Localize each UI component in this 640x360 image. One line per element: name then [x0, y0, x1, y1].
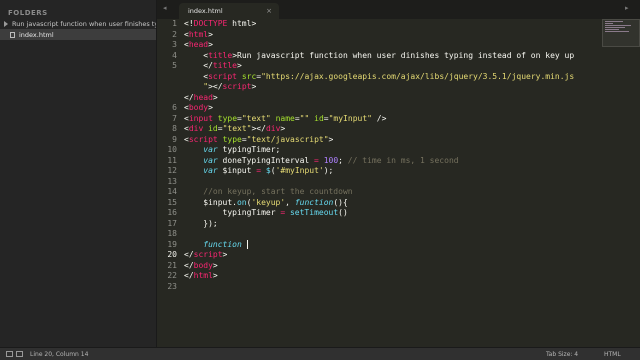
line-number: 19	[167, 239, 177, 249]
code-line: var $input = $('#myInput');	[203, 166, 334, 175]
line-number: 11	[167, 155, 177, 165]
line-number-gutter: 1 2 3 4 5 6 7 8 9 10 11 12 13 14 15 16 1…	[157, 19, 177, 347]
line-number: 22	[167, 271, 177, 280]
line-number-active: 20	[167, 250, 177, 259]
tab-index-html[interactable]: index.html ×	[179, 3, 279, 19]
code-line: $input.on('keyup', function(){	[184, 197, 348, 207]
code-area[interactable]: <!DOCTYPE html> <html> <head> <title>Run…	[184, 19, 604, 282]
code-line: <script src="https://ajax.googleapis.com…	[184, 71, 575, 81]
line-number: 12	[167, 166, 177, 175]
line-number: 8	[172, 124, 177, 133]
line-number: 1	[172, 19, 177, 28]
line-number: 17	[167, 218, 177, 228]
line-number: 2	[172, 29, 177, 39]
tab-bar: ◂ index.html × ▸	[157, 0, 640, 19]
text-cursor	[246, 239, 248, 249]
line-number	[157, 93, 177, 104]
status-bar: Line 20, Column 14 Tab Size: 4 HTML	[0, 347, 640, 360]
line-number: 23	[167, 281, 177, 291]
code-line: var typingTimer;	[203, 145, 281, 154]
sidebar: FOLDERS Run javascript function when use…	[0, 0, 157, 347]
tab-size-selector[interactable]: Tab Size: 4	[546, 351, 578, 358]
code-line: //on keyup, start the countdown	[203, 187, 353, 196]
minimap-line	[605, 23, 613, 24]
sidebar-folder[interactable]: Run javascript function when user finish…	[4, 19, 156, 29]
line-number: 15	[167, 197, 177, 207]
line-number: 13	[167, 176, 177, 186]
tab-prev-icon[interactable]: ◂	[163, 4, 167, 12]
cursor-position: Line 20, Column 14	[30, 351, 89, 358]
line-number: 10	[167, 145, 177, 154]
sidebar-file-label: index.html	[19, 30, 54, 39]
minimap-line	[605, 31, 629, 32]
line-number: 6	[172, 103, 177, 112]
line-number: 21	[167, 260, 177, 270]
code-line: <input type="text" name="" id="myInput" …	[184, 113, 387, 123]
line-number: 4	[172, 50, 177, 60]
sidebar-folder-label: Run javascript function when user finish…	[12, 20, 156, 28]
code-line: var doneTypingInterval = 100; // time in…	[203, 155, 459, 165]
code-line: typingTimer = setTimeout()	[184, 208, 348, 217]
file-icon	[10, 31, 15, 38]
line-number: 14	[167, 187, 177, 196]
minimap[interactable]	[602, 19, 640, 47]
tab-label: index.html	[188, 7, 223, 15]
console-icon[interactable]	[16, 351, 23, 357]
line-number: 5	[172, 61, 177, 70]
folders-header: FOLDERS	[8, 9, 48, 17]
code-line: <div id="text"></div>	[184, 124, 286, 133]
line-number: 7	[172, 113, 177, 123]
code-line: <!DOCTYPE html>	[184, 19, 257, 28]
syntax-selector[interactable]: HTML	[604, 351, 621, 358]
code-line: <body>	[184, 103, 213, 112]
code-line: <title>Run javascript function when user…	[184, 50, 575, 60]
code-line: "></script>	[203, 82, 257, 91]
line-number: 3	[172, 40, 177, 49]
code-line: <script type="text/javascript">	[184, 134, 334, 144]
code-line: </title>	[184, 61, 242, 70]
line-number	[157, 82, 177, 93]
line-number	[157, 72, 177, 83]
code-line: </html>	[184, 271, 218, 280]
line-number: 18	[167, 229, 177, 238]
expand-triangle-icon[interactable]	[4, 21, 8, 27]
close-icon[interactable]: ×	[266, 3, 272, 19]
panel-toggle-icon[interactable]	[6, 351, 13, 357]
code-line: <head>	[184, 40, 213, 49]
code-line: </script>	[184, 250, 228, 259]
minimap-line	[605, 27, 625, 28]
code-line: <html>	[184, 29, 213, 39]
code-line: });	[184, 218, 218, 228]
minimap-line	[605, 29, 619, 30]
line-number: 16	[167, 208, 177, 217]
line-number: 9	[172, 134, 177, 144]
code-line: </body>	[184, 260, 218, 270]
minimap-line	[605, 21, 623, 22]
sidebar-file-index[interactable]: index.html	[0, 29, 156, 40]
minimap-line	[605, 25, 631, 26]
code-line: </head>	[184, 92, 218, 102]
tab-next-icon[interactable]: ▸	[625, 4, 629, 12]
code-line: function	[184, 239, 604, 251]
code-editor[interactable]: 1 2 3 4 5 6 7 8 9 10 11 12 13 14 15 16 1…	[157, 19, 640, 347]
